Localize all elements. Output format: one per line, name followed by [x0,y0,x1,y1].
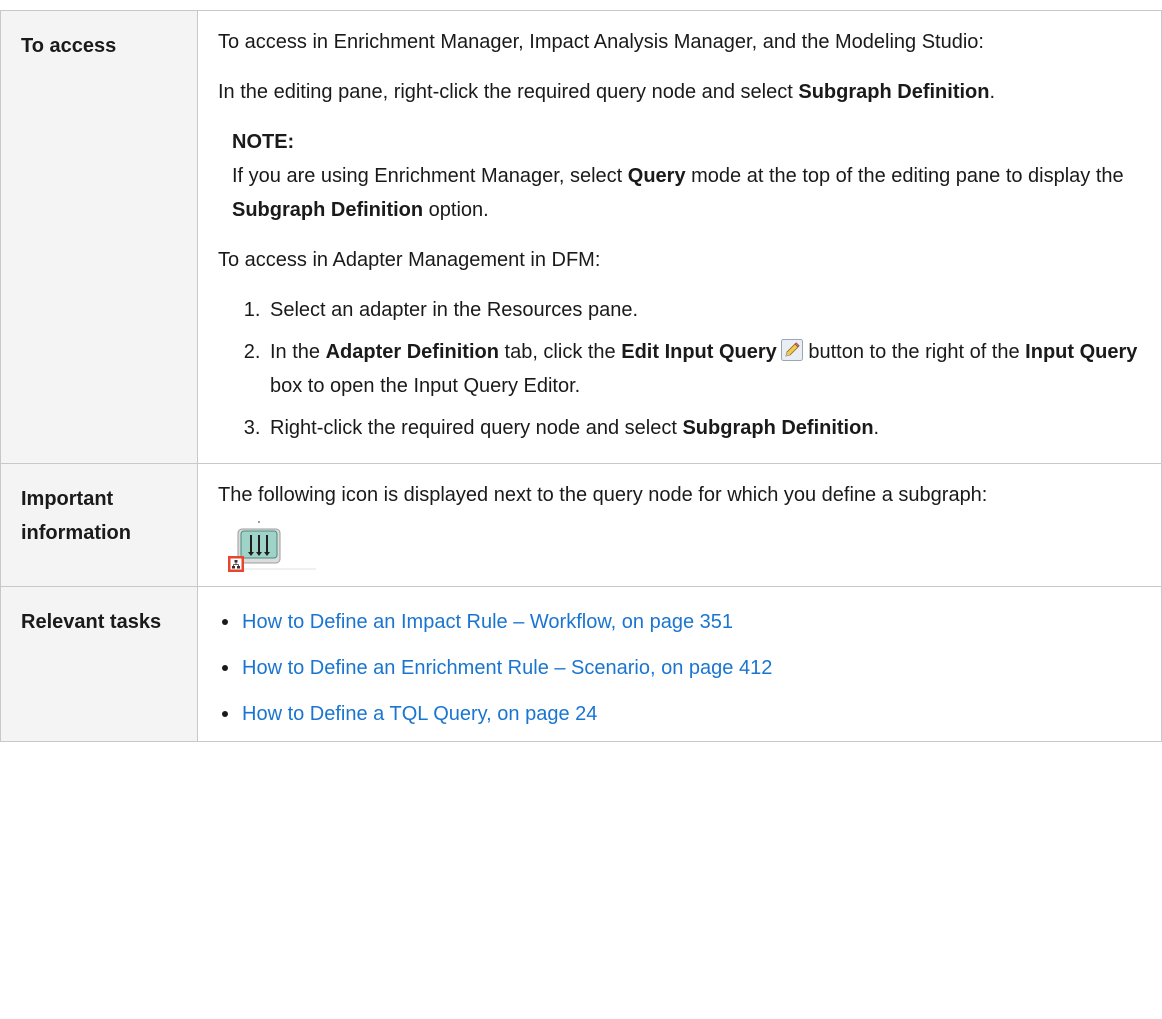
access-content: To access in Enrichment Manager, Impact … [197,10,1162,464]
list-item: How to Define a TQL Query, on page 24 [222,697,1141,731]
note-text: If you are using Enrichment Manager, sel… [232,165,1124,221]
note-title: NOTE: [232,131,295,153]
list-item: How to Define an Impact Rule – Workflow,… [222,605,1141,639]
important-content: The following icon is displayed next to … [197,463,1162,587]
important-row: Important information The following icon… [0,463,1162,587]
access-label: To access [0,10,198,464]
info-table: To access To access in Enrichment Manage… [0,10,1162,742]
enrichment-rule-link[interactable]: How to Define an Enrichment Rule – Scena… [242,657,772,679]
impact-rule-link[interactable]: How to Define an Impact Rule – Workflow,… [242,611,733,633]
pencil-icon [780,339,803,361]
access-row: To access To access in Enrichment Manage… [0,10,1162,464]
important-text: The following icon is displayed next to … [218,484,988,506]
important-label: Important information [0,463,198,587]
tasks-label: Relevant tasks [0,586,198,742]
list-item: How to Define an Enrichment Rule – Scena… [222,651,1141,685]
subgraph-node-icon [228,521,316,572]
tasks-row: Relevant tasks How to Define an Impact R… [0,586,1162,742]
step-3: Right-click the required query node and … [266,411,1141,445]
note-box: NOTE: If you are using Enrichment Manage… [232,125,1141,227]
task-links: How to Define an Impact Rule – Workflow,… [218,605,1141,731]
step-2: In the Adapter Definition tab, click the… [266,335,1141,403]
dfm-steps: Select an adapter in the Resources pane.… [218,293,1141,445]
tasks-content: How to Define an Impact Rule – Workflow,… [197,586,1162,742]
tql-query-link[interactable]: How to Define a TQL Query, on page 24 [242,703,597,725]
access-editing: In the editing pane, right-click the req… [218,81,996,103]
dfm-intro: To access in Adapter Management in DFM: [218,249,601,271]
step-1: Select an adapter in the Resources pane. [266,293,1141,327]
access-intro: To access in Enrichment Manager, Impact … [218,31,984,53]
subgraph-definition-term: Subgraph Definition [798,81,990,103]
